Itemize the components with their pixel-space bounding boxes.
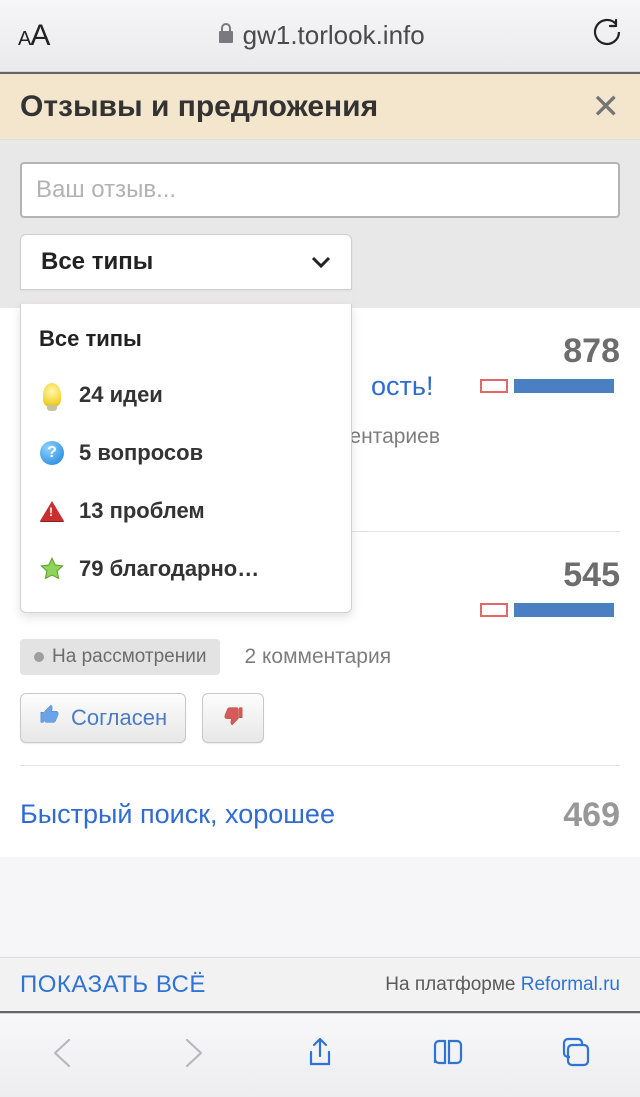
- warning-icon: [39, 498, 65, 524]
- disagree-button[interactable]: [202, 693, 264, 743]
- browser-address-bar: AA gw1.torlook.info: [0, 0, 640, 72]
- page-header: Отзывы и предложения ✕: [0, 72, 640, 140]
- footer-bar: ПОКАЗАТЬ ВСЁ На платформе Reformal.ru: [0, 957, 640, 1013]
- platform-link[interactable]: Reformal.ru: [521, 974, 620, 995]
- close-icon[interactable]: ✕: [592, 90, 621, 124]
- share-button[interactable]: [303, 1036, 337, 1075]
- agree-button[interactable]: Согласен: [20, 693, 186, 743]
- dropdown-item-questions[interactable]: ? 5 вопросов: [21, 424, 351, 482]
- lock-icon: [217, 20, 235, 51]
- vote-column: 878: [480, 332, 620, 395]
- vote-column: 469: [563, 796, 620, 835]
- forward-button[interactable]: [175, 1036, 209, 1075]
- vote-bar: [480, 603, 620, 619]
- review-input[interactable]: [20, 162, 620, 218]
- dropdown-item-thanks[interactable]: 79 благодарно…: [21, 540, 351, 598]
- text-size-control[interactable]: AA: [18, 19, 49, 53]
- vote-count: 878: [563, 332, 620, 371]
- chevron-down-icon: [311, 248, 331, 276]
- status-dot-icon: [34, 652, 44, 662]
- comments-count[interactable]: 2 комментария: [244, 645, 391, 669]
- vote-column: 545: [480, 556, 620, 619]
- question-icon: ?: [39, 440, 65, 466]
- comments-count[interactable]: ентариев: [349, 425, 440, 449]
- bookmarks-button[interactable]: [431, 1036, 465, 1075]
- reload-icon[interactable]: [592, 18, 622, 53]
- dropdown-item-label: 13 проблем: [79, 498, 205, 524]
- dropdown-item-problems[interactable]: 13 проблем: [21, 482, 351, 540]
- browser-toolbar: [0, 1013, 640, 1097]
- thumb-down-icon: [222, 704, 244, 731]
- type-filter-dropdown: Все типы 24 идеи ? 5 вопросов 13 проблем…: [20, 304, 352, 613]
- type-filter-select[interactable]: Все типы: [20, 234, 352, 290]
- thumb-up-icon: [39, 704, 61, 732]
- agree-label: Согласен: [71, 705, 167, 731]
- dropdown-item-label: 79 благодарно…: [79, 556, 259, 582]
- tabs-button[interactable]: [559, 1036, 593, 1075]
- status-badge: На рассмотрении: [20, 639, 220, 675]
- bulb-icon: [39, 382, 65, 408]
- vote-count: 545: [563, 556, 620, 595]
- dropdown-item-ideas[interactable]: 24 идеи: [21, 366, 351, 424]
- show-all-link[interactable]: ПОКАЗАТЬ ВСЁ: [20, 971, 206, 999]
- url-display[interactable]: gw1.torlook.info: [65, 11, 576, 61]
- star-icon: [39, 556, 65, 582]
- type-filter-label: Все типы: [41, 248, 153, 276]
- platform-credit: На платформе Reformal.ru: [385, 974, 620, 996]
- dropdown-item-label: 5 вопросов: [79, 440, 203, 466]
- vote-count: 469: [563, 796, 620, 835]
- vote-bar: [480, 379, 620, 395]
- post-title-link[interactable]: Быстрый поиск, хорошее: [20, 796, 543, 832]
- page-title: Отзывы и предложения: [20, 90, 378, 124]
- dropdown-header[interactable]: Все типы: [21, 318, 351, 366]
- url-text: gw1.torlook.info: [243, 20, 425, 51]
- dropdown-item-label: 24 идеи: [79, 382, 163, 408]
- feedback-post: Быстрый поиск, хорошее 469: [20, 766, 620, 857]
- filter-area: Все типы: [0, 140, 640, 308]
- content-area: Все типы 24 идеи ? 5 вопросов 13 проблем…: [0, 308, 640, 857]
- back-button[interactable]: [47, 1036, 81, 1075]
